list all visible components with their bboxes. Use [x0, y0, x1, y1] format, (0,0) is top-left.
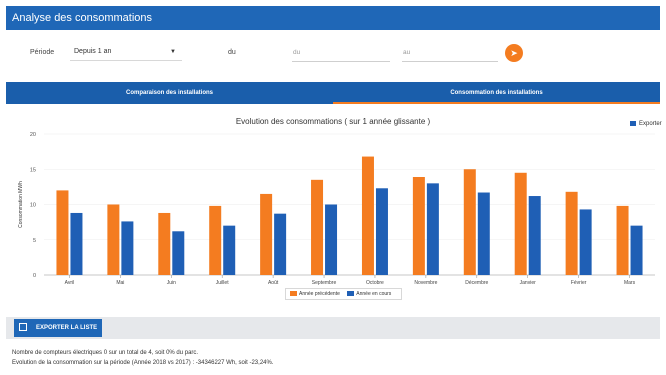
x-tick-label: Décembre	[465, 280, 488, 286]
bar-previous	[412, 177, 425, 275]
tab-bar: Comparaison des installations Consommati…	[6, 82, 660, 104]
bar-previous	[514, 172, 527, 275]
bar-current	[70, 212, 83, 275]
tab-consommation[interactable]: Consommation des installations	[333, 82, 660, 104]
y-tick-label: 5	[33, 238, 36, 244]
bar-current	[223, 225, 236, 275]
bar-current	[274, 213, 287, 275]
bar-previous	[361, 156, 374, 275]
bar-current	[630, 225, 643, 275]
bar-previous	[56, 190, 69, 275]
export-label: Exporter	[639, 121, 662, 128]
export-button[interactable]: Exporter	[630, 121, 662, 127]
legend-swatch-previous	[290, 291, 297, 297]
legend-label-previous: Année précédente	[299, 291, 340, 297]
bar-previous	[260, 193, 273, 275]
bar-previous	[209, 205, 222, 275]
bar-current	[426, 183, 439, 275]
bar-chart: 0 5 10 15 20 Consommation MWh Avril Mai Juin Juil…	[18, 132, 655, 286]
x-tick-label: Novembre	[414, 280, 437, 286]
submit-button[interactable]: ➤	[505, 44, 523, 62]
y-tick-label: 20	[30, 132, 36, 138]
x-tick-label: Avril	[65, 280, 75, 286]
page: Analyse des consommations Période Depuis…	[0, 0, 666, 375]
meters-note: Nombre de compteurs électriques 0 sur un…	[12, 350, 199, 356]
bar-current	[477, 192, 490, 275]
external-link-icon	[19, 323, 27, 331]
period-select[interactable]: Depuis 1 an ▼	[70, 43, 182, 61]
legend-item-previous[interactable]: Année précédente	[290, 290, 340, 299]
chevron-down-icon: ▼	[170, 49, 176, 55]
period-value: Depuis 1 an	[74, 48, 112, 55]
bar-previous	[565, 191, 578, 275]
x-tick-label: Juin	[167, 280, 176, 286]
x-tick-label: Février	[571, 280, 587, 286]
bottom-toolbar: EXPORTER LA LISTE	[6, 317, 660, 339]
app-title: Analyse des consommations	[6, 6, 660, 30]
x-tick-label: Septembre	[312, 280, 337, 286]
bar-current	[528, 196, 541, 275]
export-list-label: EXPORTER LA LISTE	[36, 325, 98, 331]
legend-item-current[interactable]: Année en cours	[347, 290, 391, 299]
x-tick-label: Août	[268, 280, 279, 286]
date-from-field[interactable]: du	[292, 44, 390, 62]
bar-previous	[158, 212, 171, 275]
filter-bar: Période Depuis 1 an ▼ du du au ➤	[0, 36, 666, 70]
du-label: du	[228, 49, 236, 56]
bar-previous	[107, 204, 120, 275]
send-icon: ➤	[510, 48, 518, 58]
y-tick-label: 15	[30, 167, 36, 173]
bar-previous	[463, 169, 476, 275]
date-to-field[interactable]: au	[402, 44, 498, 62]
bar-current	[121, 221, 134, 275]
y-tick-label: 10	[30, 203, 36, 209]
chart-title: Evolution des consommations ( sur 1 anné…	[235, 117, 431, 126]
legend-swatch-current	[347, 291, 355, 297]
bar-current	[172, 231, 185, 275]
y-axis-label: Consommation MWh	[18, 181, 24, 228]
export-list-button[interactable]: EXPORTER LA LISTE	[14, 319, 102, 337]
legend-label-current: Année en cours	[356, 291, 392, 297]
bar-current	[325, 204, 338, 275]
x-tick-label: Mars	[624, 280, 636, 286]
x-tick-label: Mai	[116, 280, 124, 286]
x-tick-label: Janvier	[520, 280, 536, 286]
x-tick-label: Juillet	[216, 280, 229, 286]
x-tick-label: Octobre	[366, 280, 384, 286]
tab-comparaison[interactable]: Comparaison des installations	[6, 82, 333, 104]
evolution-note: Evolution de la consommation sur la péri…	[12, 360, 274, 366]
bar-current	[579, 209, 592, 275]
chart-legend: Année précédente Année en cours	[285, 288, 403, 300]
period-label: Période	[30, 49, 55, 56]
y-tick-label: 0	[33, 273, 36, 279]
bar-current	[375, 188, 388, 275]
bar-previous	[616, 205, 629, 275]
export-icon	[630, 121, 636, 126]
bar-previous	[311, 179, 324, 275]
